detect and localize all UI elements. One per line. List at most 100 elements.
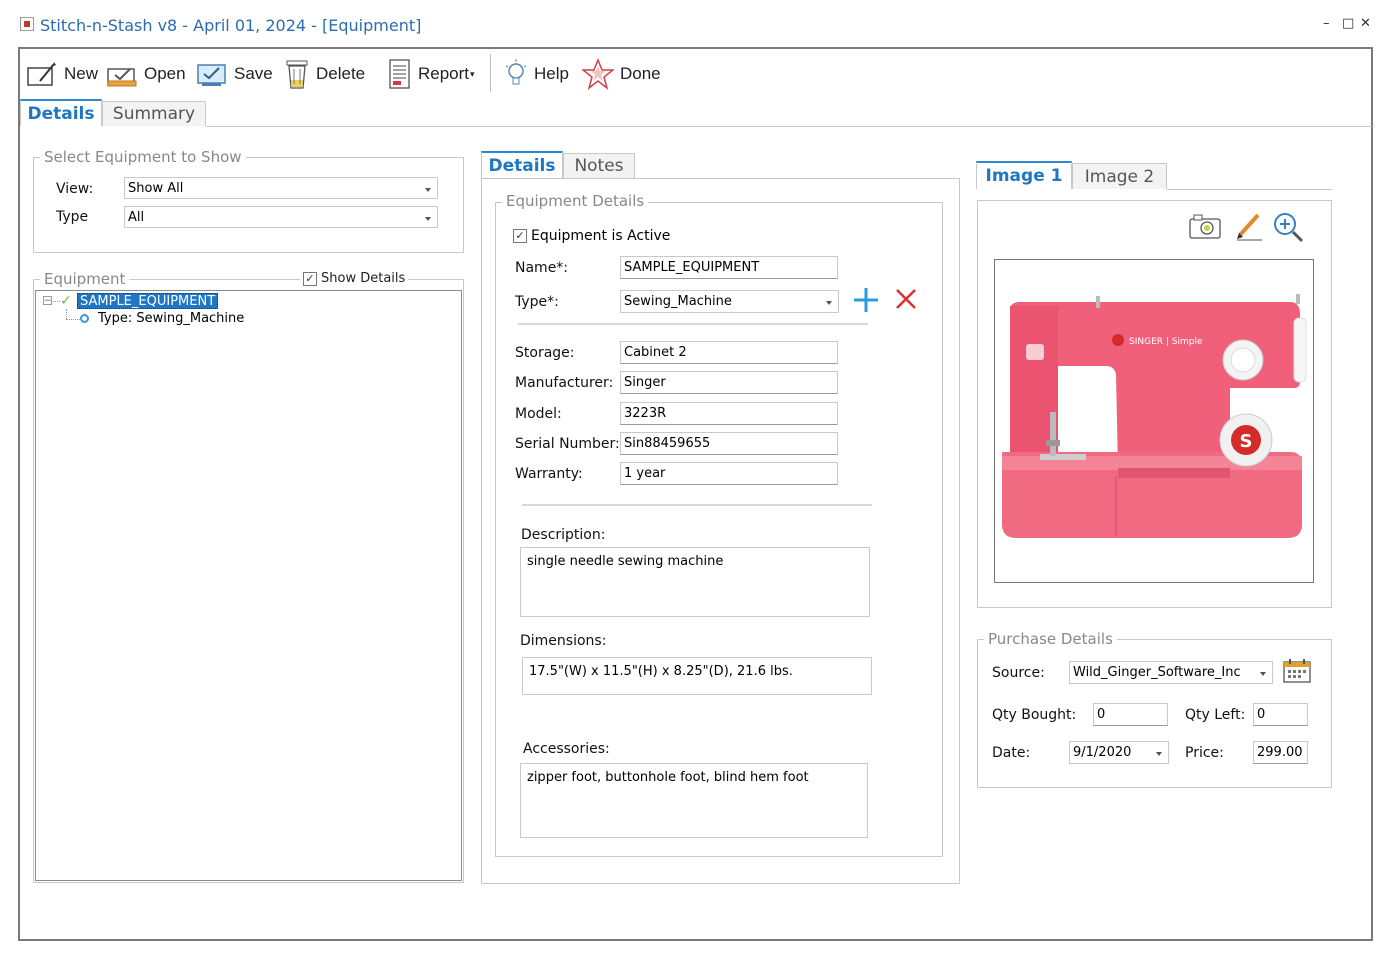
tree-connector (53, 301, 60, 302)
storage-label: Storage: (515, 345, 575, 361)
price-input[interactable]: 299.00 (1253, 741, 1308, 764)
type-node-icon (80, 314, 89, 323)
purchase-details-legend: Purchase Details (984, 630, 1117, 648)
source-select[interactable]: Wild_Ginger_Software_Inc (1069, 661, 1273, 684)
divider (518, 323, 868, 325)
camera-icon[interactable] (1188, 212, 1222, 240)
equipment-details-legend: Equipment Details (502, 192, 649, 210)
date-picker[interactable]: 9/1/2020 (1069, 741, 1169, 764)
description-textarea[interactable]: single needle sewing machine (520, 547, 870, 617)
active-label: Equipment is Active (531, 228, 671, 244)
show-details-toggle[interactable]: ✓ Show Details (300, 271, 409, 286)
save-label: Save (234, 64, 273, 83)
qty-bought-input[interactable]: 0 (1093, 703, 1168, 726)
source-label: Source: (992, 665, 1045, 681)
close-window-button[interactable]: ✕ (1360, 16, 1371, 31)
report-icon (389, 59, 410, 89)
report-label: Report (418, 64, 470, 83)
tab-notes[interactable]: Notes (563, 153, 635, 178)
serial-number-input[interactable]: Sin88459655 (620, 432, 838, 455)
maximize-button[interactable]: □ (1342, 16, 1354, 31)
type-filter-select[interactable]: All (124, 206, 438, 228)
warranty-label: Warranty: (515, 466, 583, 482)
image-tab-line (1167, 189, 1332, 190)
select-equipment-group (33, 157, 464, 253)
select-equipment-legend: Select Equipment to Show (40, 148, 246, 166)
check-icon: ✓ (60, 293, 72, 309)
new-document-icon (27, 62, 56, 86)
description-label: Description: (521, 527, 606, 543)
toolbar-separator (490, 54, 491, 92)
price-label: Price: (1185, 745, 1224, 761)
zoom-in-icon[interactable] (1272, 211, 1304, 243)
qty-left-label: Qty Left: (1185, 707, 1246, 723)
tab-image-1[interactable]: Image 1 (976, 161, 1072, 189)
save-button[interactable]: Save (196, 56, 273, 92)
type-label: Type*: (515, 294, 559, 310)
done-button[interactable]: Done (582, 56, 661, 92)
manufacturer-label: Manufacturer: (515, 375, 614, 391)
title-bar: Stitch-n-Stash v8 - April 01, 2024 - [Eq… (0, 0, 1390, 46)
model-input[interactable]: 3223R (620, 402, 838, 425)
brand-text: SINGER | Simple (1129, 337, 1203, 347)
open-label: Open (144, 64, 186, 83)
name-label: Name*: (515, 260, 569, 276)
qty-bought-label: Qty Bought: (992, 707, 1077, 723)
active-toggle[interactable]: ✓ Equipment is Active (513, 228, 670, 244)
report-button[interactable]: Report ▾ (388, 56, 475, 92)
equipment-tree[interactable] (35, 290, 462, 881)
star-icon (582, 58, 614, 90)
delete-type-icon[interactable] (894, 287, 918, 311)
name-input[interactable]: SAMPLE_EQUIPMENT (620, 256, 838, 279)
show-details-checkbox[interactable]: ✓ (303, 271, 317, 286)
help-label: Help (534, 64, 569, 83)
divider (522, 504, 872, 506)
tab-details[interactable]: Details (20, 99, 102, 126)
save-icon (197, 64, 226, 86)
minimize-button[interactable]: – (1323, 16, 1330, 31)
logo-letter: S (1240, 431, 1253, 452)
active-checkbox[interactable]: ✓ (513, 229, 527, 243)
tree-item-equipment[interactable]: SAMPLE_EQUIPMENT (77, 293, 219, 309)
app-icon (20, 17, 34, 31)
lightbulb-icon (505, 59, 527, 85)
storage-input[interactable]: Cabinet 2 (620, 341, 838, 364)
tree-connector-vertical (66, 309, 67, 319)
trash-icon (286, 60, 308, 89)
add-type-icon[interactable] (852, 286, 880, 314)
done-label: Done (620, 64, 661, 83)
manufacturer-input[interactable]: Singer (620, 371, 838, 394)
type-select[interactable]: Sewing_Machine (620, 290, 839, 313)
tree-connector-child (66, 319, 80, 320)
accessories-label: Accessories: (523, 741, 610, 757)
warranty-input[interactable]: 1 year (620, 462, 838, 485)
date-label: Date: (992, 745, 1031, 761)
collapse-icon[interactable]: − (43, 296, 52, 306)
serial-number-label: Serial Number: (515, 436, 620, 452)
delete-label: Delete (316, 64, 366, 83)
delete-button[interactable]: Delete (284, 56, 365, 92)
accessories-textarea[interactable]: zipper foot, buttonhole foot, blind hem … (520, 763, 868, 838)
dimensions-textarea[interactable]: 17.5"(W) x 11.5"(H) x 8.25"(D), 21.6 lbs… (522, 657, 872, 695)
view-select[interactable]: Show All (124, 177, 438, 199)
type-filter-label: Type (56, 209, 89, 225)
sewing-machine-image: S SINGER | Simple (1002, 294, 1307, 538)
tab-image-2[interactable]: Image 2 (1072, 163, 1167, 189)
open-button[interactable]: Open (106, 56, 186, 92)
view-label: View: (56, 181, 94, 197)
chevron-down-icon: ▾ (470, 68, 475, 79)
pencil-icon[interactable] (1234, 211, 1264, 241)
model-label: Model: (515, 406, 562, 422)
help-button[interactable]: Help (504, 56, 569, 92)
open-icon (107, 68, 137, 87)
dimensions-label: Dimensions: (520, 633, 607, 649)
tab-equipment-details[interactable]: Details (481, 151, 563, 178)
tab-summary[interactable]: Summary (102, 101, 206, 126)
new-label: New (64, 64, 99, 83)
equipment-legend: Equipment (40, 270, 130, 288)
new-button[interactable]: New (26, 56, 98, 92)
qty-left-input[interactable]: 0 (1253, 703, 1308, 726)
tree-item-type[interactable]: Type: Sewing_Machine (98, 311, 244, 326)
main-tab-line (206, 126, 1372, 127)
calendar-icon[interactable] (1282, 658, 1312, 684)
